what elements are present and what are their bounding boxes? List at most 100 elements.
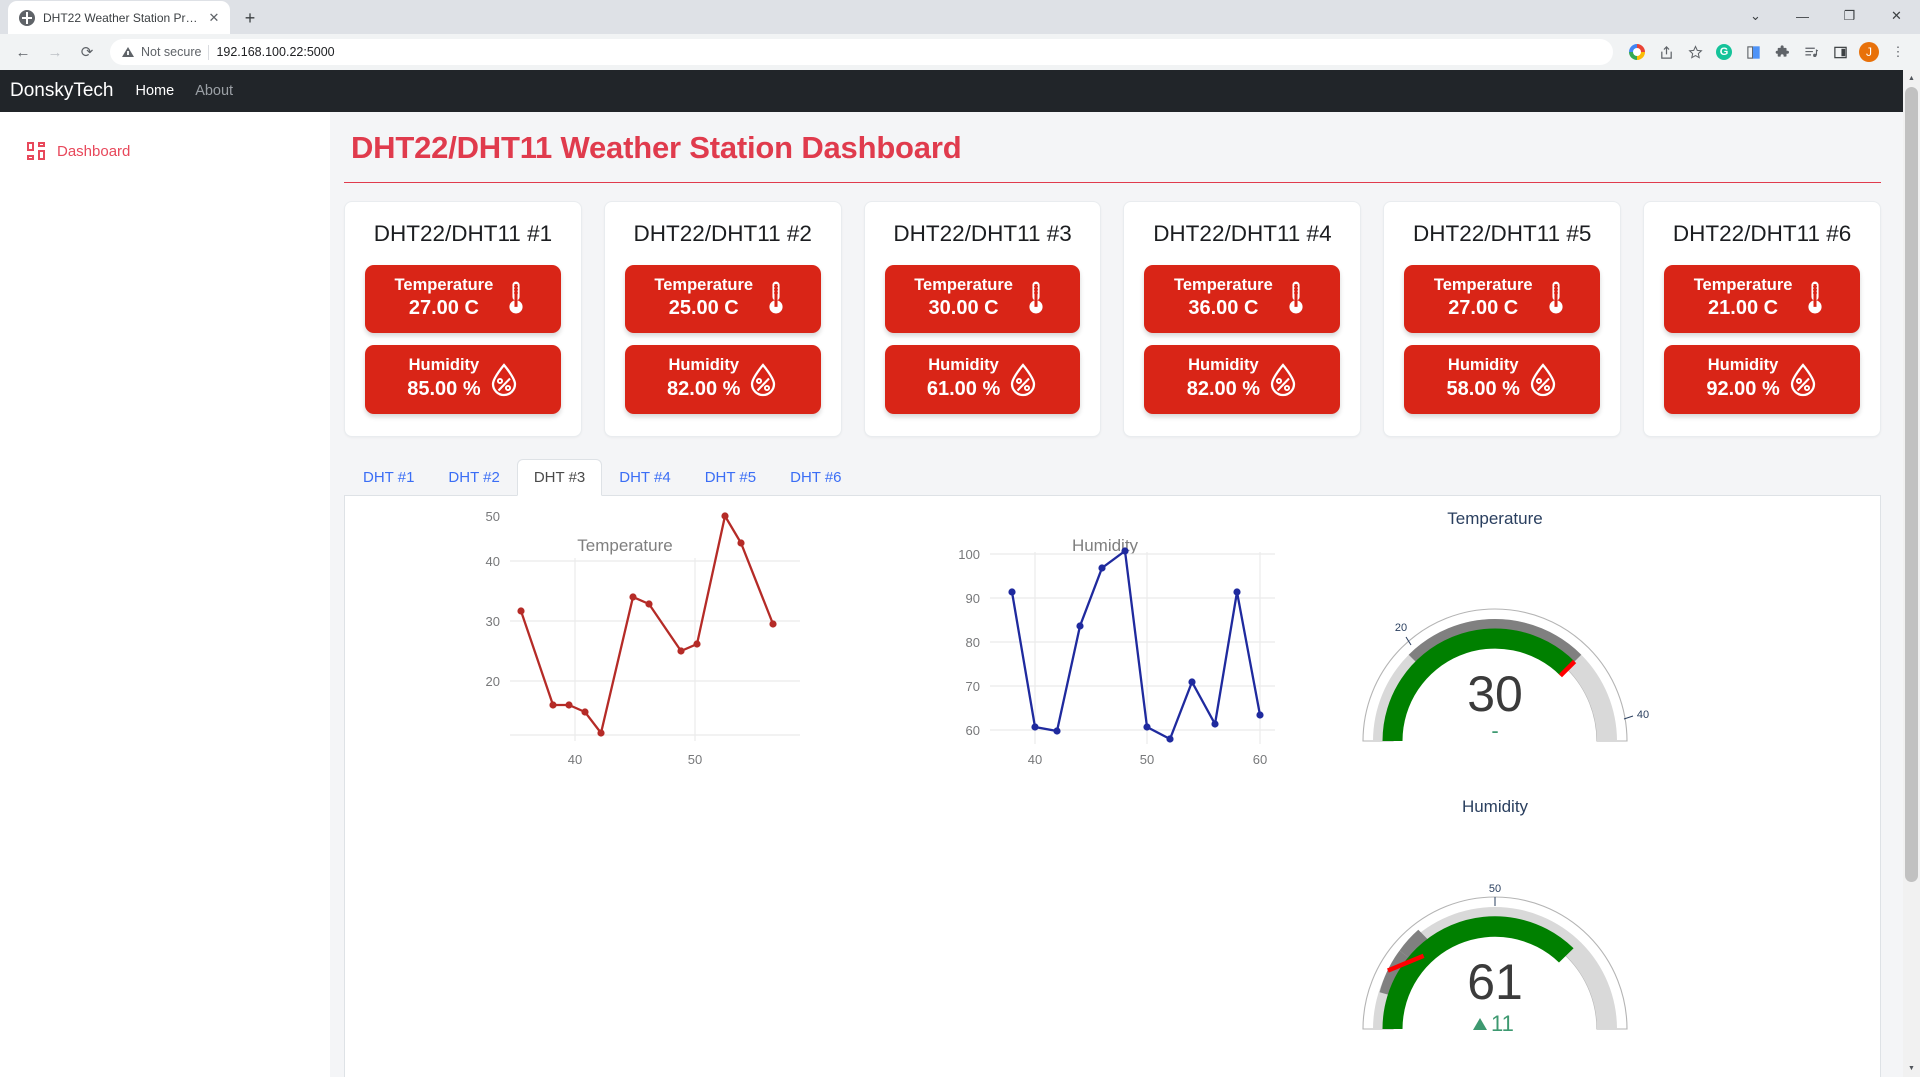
- temperature-label: Temperature: [654, 275, 753, 296]
- reading-list-icon[interactable]: [1739, 38, 1767, 66]
- gauge-axis-tick: 20: [1395, 622, 1407, 634]
- humidity-metric: Humidity 82.00 %: [1144, 345, 1340, 414]
- google-icon[interactable]: [1623, 38, 1651, 66]
- window-controls: ⌄ — ❐ ✕: [1732, 0, 1920, 32]
- back-icon[interactable]: ←: [8, 37, 38, 67]
- url-text: 192.168.100.22:5000: [216, 45, 334, 59]
- reload-icon[interactable]: ⟳: [72, 37, 102, 67]
- humidity-value: 61.00 %: [927, 376, 1000, 402]
- gauge-delta: 11: [1491, 1011, 1514, 1036]
- close-icon[interactable]: ✕: [206, 10, 222, 26]
- title-divider: [344, 182, 1881, 183]
- tab-dht-1[interactable]: DHT #1: [346, 459, 431, 496]
- y-tick: 90: [966, 591, 980, 606]
- nav-link-home[interactable]: Home: [136, 83, 175, 99]
- temperature-value: 25.00 C: [654, 295, 753, 321]
- temperature-metric: Temperature 21.00 C: [1664, 265, 1860, 334]
- y-tick: 50: [486, 509, 500, 524]
- thermometer-icon: [1281, 279, 1311, 317]
- thermometer-icon: [1800, 279, 1830, 317]
- scroll-up-icon[interactable]: ▲: [1903, 70, 1920, 87]
- sensor-card: DHT22/DHT11 #3 Temperature 30.00 C: [864, 201, 1102, 437]
- sensor-card-title: DHT22/DHT11 #4: [1144, 220, 1340, 249]
- scrollbar-thumb[interactable]: [1905, 87, 1918, 882]
- media-playlist-icon[interactable]: [1797, 38, 1825, 66]
- chrome-menu-icon[interactable]: ⋮: [1884, 38, 1912, 66]
- gauge-axis-tick: 40: [1637, 709, 1649, 721]
- scrollbar-track[interactable]: [1903, 87, 1920, 1060]
- browser-tab-strip: DHT22 Weather Station Project ✕ + ⌄ — ❐ …: [0, 0, 1920, 34]
- dht-3-tab-pane: Temperature 20 30 40: [344, 496, 1881, 1077]
- bookmark-star-icon[interactable]: [1681, 38, 1709, 66]
- tab-dht-6[interactable]: DHT #6: [773, 459, 858, 496]
- humidity-label: Humidity: [407, 355, 480, 376]
- sensor-card-title: DHT22/DHT11 #1: [365, 220, 561, 249]
- tab-dht-3[interactable]: DHT #3: [517, 459, 602, 496]
- humidity-droplet-icon: [1268, 360, 1298, 398]
- forward-icon[interactable]: →: [40, 37, 70, 67]
- gauge-value: 61: [1467, 954, 1523, 1010]
- extensions-icon[interactable]: [1768, 38, 1796, 66]
- sidebar: Dashboard: [0, 112, 330, 1077]
- sensor-card-title: DHT22/DHT11 #5: [1404, 220, 1600, 249]
- humidity-gauge[interactable]: Humidity: [1325, 784, 1665, 1064]
- close-window-button[interactable]: ✕: [1873, 0, 1920, 32]
- humidity-line-chart[interactable]: Humidity 60 70 80 90: [905, 496, 1325, 1077]
- grammarly-icon[interactable]: G: [1710, 38, 1738, 66]
- y-tick: 20: [486, 674, 500, 689]
- y-tick: 70: [966, 679, 980, 694]
- y-tick: 40: [486, 554, 500, 569]
- tab-dht-2[interactable]: DHT #2: [431, 459, 516, 496]
- address-bar[interactable]: Not secure 192.168.100.22:5000: [110, 39, 1613, 65]
- scroll-down-icon[interactable]: ▼: [1903, 1060, 1920, 1077]
- humidity-droplet-icon: [748, 360, 778, 398]
- humidity-value: 82.00 %: [667, 376, 740, 402]
- gauge-axis-tick: 50: [1489, 883, 1501, 895]
- sidebar-item-dashboard[interactable]: Dashboard: [0, 136, 330, 166]
- temperature-line-chart[interactable]: Temperature 20 30 40: [345, 496, 905, 1077]
- humidity-label: Humidity: [1447, 355, 1520, 376]
- humidity-value: 82.00 %: [1187, 376, 1260, 402]
- temperature-value: 27.00 C: [395, 295, 494, 321]
- temperature-metric: Temperature 30.00 C: [885, 265, 1081, 334]
- nav-link-about[interactable]: About: [195, 83, 233, 99]
- site-brand[interactable]: DonskyTech: [10, 80, 114, 102]
- humidity-value: 92.00 %: [1706, 376, 1779, 402]
- temperature-value: 27.00 C: [1434, 295, 1533, 321]
- new-tab-button[interactable]: +: [236, 4, 264, 32]
- sensor-card: DHT22/DHT11 #2 Temperature 25.00 C: [604, 201, 842, 437]
- chevron-down-icon[interactable]: ⌄: [1732, 0, 1779, 32]
- y-tick: 30: [486, 614, 500, 629]
- not-secure-warning-icon: [122, 47, 134, 57]
- chart-title: Temperature: [577, 536, 672, 555]
- humidity-metric: Humidity 58.00 %: [1404, 345, 1600, 414]
- page-scrollbar[interactable]: ▲ ▼: [1903, 70, 1920, 1077]
- minimize-button[interactable]: —: [1779, 0, 1826, 32]
- y-tick: 100: [958, 547, 980, 562]
- page-viewport: DonskyTech Home About Dashboard DHT22/DH…: [0, 70, 1920, 1077]
- site-navbar: DonskyTech Home About: [0, 70, 1903, 112]
- humidity-droplet-icon: [489, 360, 519, 398]
- humidity-metric: Humidity 82.00 %: [625, 345, 821, 414]
- temperature-metric: Temperature 25.00 C: [625, 265, 821, 334]
- humidity-metric: Humidity 61.00 %: [885, 345, 1081, 414]
- temperature-metric: Temperature 36.00 C: [1144, 265, 1340, 334]
- profile-avatar[interactable]: J: [1855, 38, 1883, 66]
- temperature-gauge[interactable]: Temperature: [1325, 496, 1665, 776]
- humidity-droplet-icon: [1528, 360, 1558, 398]
- browser-tab[interactable]: DHT22 Weather Station Project ✕: [8, 1, 230, 34]
- site-nav-links: Home About: [136, 83, 234, 99]
- temperature-label: Temperature: [914, 275, 1013, 296]
- share-icon[interactable]: [1652, 38, 1680, 66]
- gauge-value: 30: [1467, 666, 1523, 722]
- tab-dht-5[interactable]: DHT #5: [688, 459, 773, 496]
- toolbar-icon-group: G J ⋮: [1623, 38, 1912, 66]
- series-line: [1012, 551, 1260, 739]
- maximize-button[interactable]: ❐: [1826, 0, 1873, 32]
- humidity-label: Humidity: [1187, 355, 1260, 376]
- chart-title: Humidity: [1072, 536, 1139, 555]
- humidity-droplet-icon: [1788, 360, 1818, 398]
- sensor-card-row: DHT22/DHT11 #1 Temperature 27.00 C: [342, 201, 1883, 437]
- tab-dht-4[interactable]: DHT #4: [602, 459, 687, 496]
- side-panel-icon[interactable]: [1826, 38, 1854, 66]
